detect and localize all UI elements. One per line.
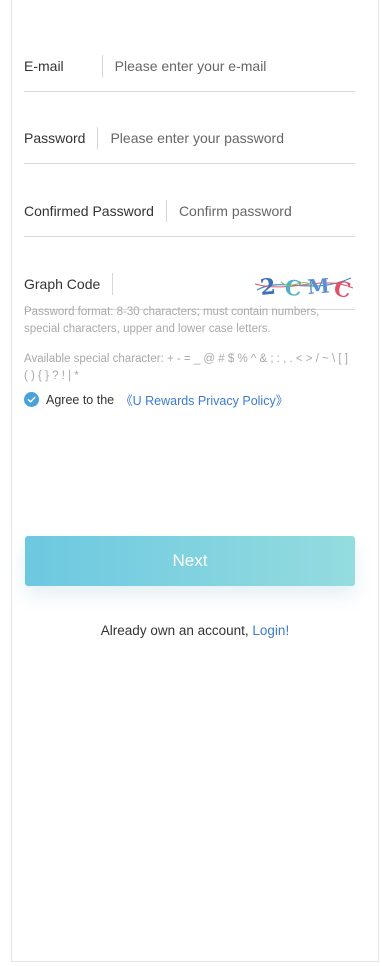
password-label: Password <box>24 129 86 146</box>
login-prompt: Already own an account, Login! <box>11 623 379 638</box>
password-format-hint: Password format: 8-30 characters; must c… <box>24 306 320 335</box>
password-input[interactable] <box>110 129 355 146</box>
agree-prefix: Agree to the <box>46 392 115 407</box>
svg-text:M: M <box>307 274 331 299</box>
agree-checkbox[interactable] <box>24 392 39 407</box>
confirm-password-label: Confirmed Password <box>24 202 154 219</box>
confirm-password-separator <box>165 199 167 222</box>
login-link[interactable]: Login! <box>252 623 289 638</box>
confirm-password-input[interactable] <box>178 202 355 219</box>
email-field-row: E-mail <box>24 40 355 92</box>
graph-code-field-row: Graph Code 2 C M C <box>24 258 355 310</box>
password-field-row: Password <box>24 112 355 164</box>
graph-code-separator <box>112 272 114 295</box>
special-characters-hint: Available special character: + - = _ @ #… <box>24 353 348 382</box>
svg-text:C: C <box>283 274 303 300</box>
privacy-policy-link[interactable]: 《U Rewards Privacy Policy》 <box>120 390 288 409</box>
email-label: E-mail <box>24 57 64 74</box>
captcha-image[interactable]: 2 C M C <box>251 270 355 300</box>
privacy-agreement: Agree to the 《U Rewards Privacy Policy》 <box>24 390 288 409</box>
checkmark-icon <box>27 396 36 403</box>
email-input[interactable] <box>114 57 355 74</box>
graph-code-input[interactable] <box>125 275 216 292</box>
email-separator <box>101 54 103 77</box>
next-button[interactable]: Next <box>25 536 355 586</box>
graph-code-label: Graph Code <box>24 275 101 292</box>
login-prefix: Already own an account, <box>100 623 249 638</box>
password-separator <box>97 126 99 149</box>
svg-text:C: C <box>332 275 353 300</box>
confirm-password-field-row: Confirmed Password <box>24 185 355 237</box>
svg-text:2: 2 <box>259 274 277 300</box>
